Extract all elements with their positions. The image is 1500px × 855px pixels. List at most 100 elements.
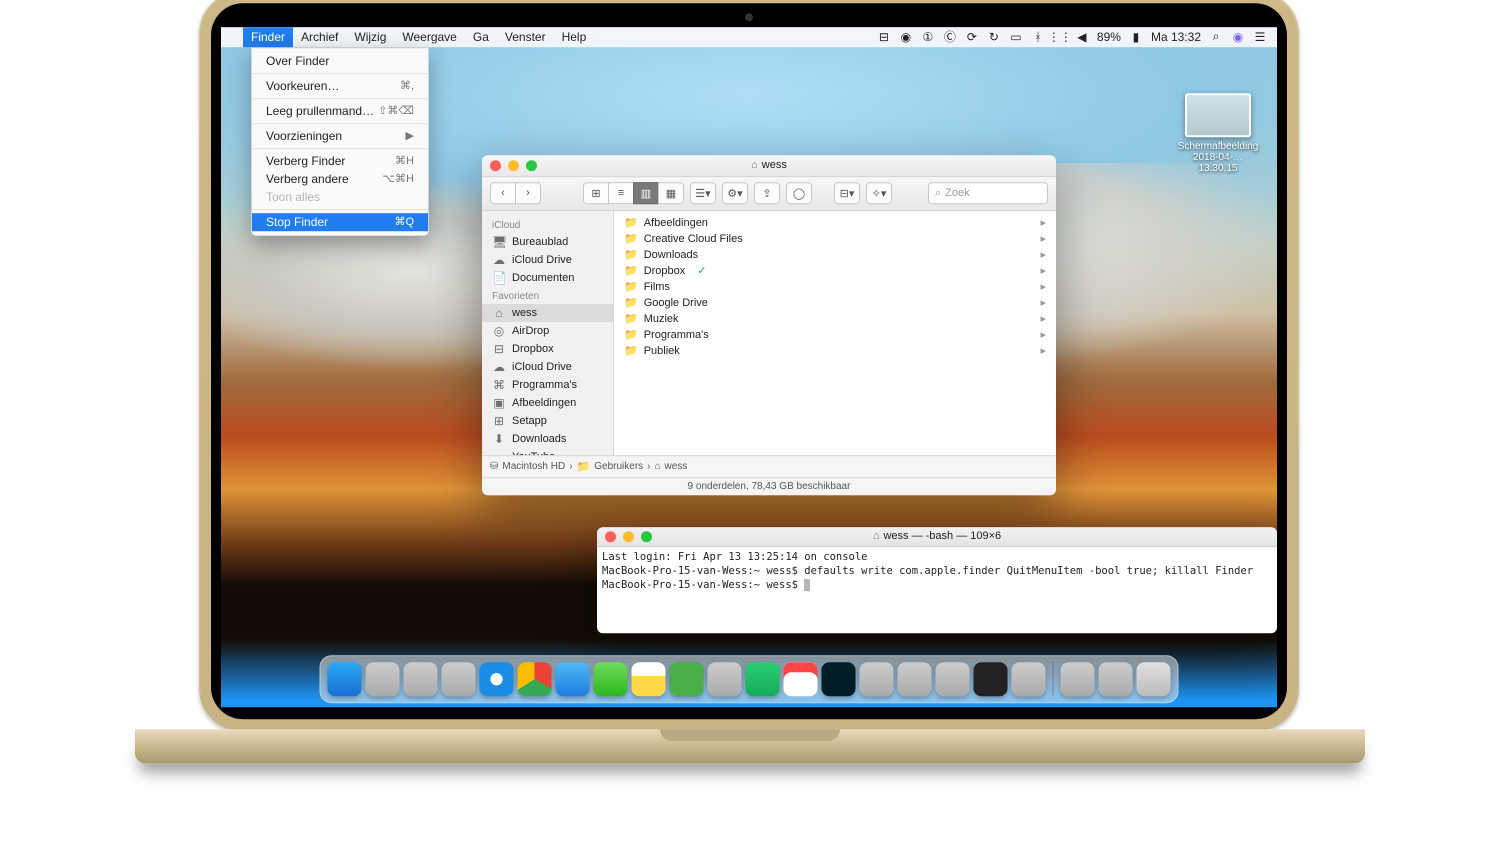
dock-slack[interactable]	[708, 662, 742, 696]
time-machine-icon[interactable]: ↻	[987, 30, 1001, 44]
dropbox-toolbar-button-2[interactable]: ✧▾	[866, 182, 892, 204]
icon-view-button[interactable]: ⊞	[583, 182, 609, 204]
path-seg-0[interactable]: Macintosh HD	[502, 461, 565, 472]
status-icon[interactable]: ①	[921, 30, 935, 44]
dock-spotify[interactable]	[746, 662, 780, 696]
dock-launchpad[interactable]	[366, 662, 400, 696]
folder-row[interactable]: 📁Films▸	[614, 279, 1056, 295]
dock-itunes[interactable]	[936, 662, 970, 696]
dock-finder[interactable]	[328, 662, 362, 696]
dock-evernote[interactable]	[670, 662, 704, 696]
dock-preview[interactable]	[1012, 662, 1046, 696]
desktop-file-screenshot[interactable]: Schermafbeelding 2018-04-… 13.30.15	[1173, 93, 1263, 174]
menu-item[interactable]: Voorzieningen▶	[252, 127, 428, 145]
search-field[interactable]: ⌕ Zoek	[928, 182, 1048, 204]
menu-item[interactable]: Stop Finder⌘Q	[252, 213, 428, 231]
wifi-icon[interactable]: ⋮⋮	[1053, 30, 1067, 44]
dropbox-status-icon[interactable]: ⊟	[877, 30, 891, 44]
dock-terminal[interactable]	[974, 662, 1008, 696]
sidebar-item[interactable]: ⬇Downloads	[482, 430, 613, 448]
share-button[interactable]: ⇪	[754, 182, 780, 204]
status-icon-2[interactable]: Ⓒ	[943, 30, 957, 44]
menu-finder[interactable]: Finder	[243, 27, 293, 47]
sidebar-item[interactable]: 🖥Bureaublad	[482, 233, 613, 251]
sidebar-item[interactable]: ▭YouTube	[482, 448, 613, 455]
gallery-view-button[interactable]: ▦	[658, 182, 684, 204]
forward-button[interactable]: ›	[515, 182, 541, 204]
menu-item[interactable]: Over Finder	[252, 52, 428, 70]
menu-ga[interactable]: Ga	[465, 27, 497, 47]
dock-safari[interactable]	[480, 662, 514, 696]
battery-percent[interactable]: 89%	[1097, 30, 1121, 44]
dock-siri[interactable]	[404, 662, 438, 696]
menubar-clock[interactable]: Ma 13:32	[1151, 30, 1201, 44]
menu-item[interactable]: Voorkeuren…⌘,	[252, 77, 428, 95]
notification-center-icon[interactable]: ☰	[1253, 30, 1267, 44]
zoom-button[interactable]	[526, 160, 537, 171]
sidebar-item[interactable]: ⊞Setapp	[482, 412, 613, 430]
back-button[interactable]: ‹	[490, 182, 516, 204]
sidebar-item[interactable]: ☁iCloud Drive	[482, 358, 613, 376]
dropbox-toolbar-button[interactable]: ⊟▾	[834, 182, 860, 204]
action-button[interactable]: ⚙▾	[722, 182, 748, 204]
minimize-button[interactable]	[623, 531, 634, 542]
folder-row[interactable]: 📁Muziek▸	[614, 311, 1056, 327]
finder-pathbar[interactable]: ⛁ Macintosh HD › 📁 Gebruikers › ⌂ wess	[482, 455, 1056, 477]
dock-notes[interactable]	[632, 662, 666, 696]
sidebar-item[interactable]: ▣Afbeeldingen	[482, 394, 613, 412]
folder-row[interactable]: 📁Publiek▸	[614, 343, 1056, 359]
dock-dropbox[interactable]	[1061, 662, 1095, 696]
dock-calendar[interactable]	[784, 662, 818, 696]
menu-archief[interactable]: Archief	[293, 27, 346, 47]
creative-cloud-icon[interactable]: ◉	[899, 30, 913, 44]
folder-row[interactable]: 📁Afbeeldingen▸	[614, 215, 1056, 231]
terminal-content[interactable]: Last login: Fri Apr 13 13:25:14 on conso…	[597, 547, 1277, 633]
dock-mail[interactable]	[556, 662, 590, 696]
path-seg-1[interactable]: Gebruikers	[594, 461, 643, 472]
dock-trash[interactable]	[1137, 662, 1171, 696]
tags-button[interactable]: ◯	[786, 182, 812, 204]
minimize-button[interactable]	[508, 160, 519, 171]
airplay-icon[interactable]: ▭	[1009, 30, 1023, 44]
folder-row[interactable]: 📁Downloads▸	[614, 247, 1056, 263]
dock-messages[interactable]	[594, 662, 628, 696]
close-button[interactable]	[490, 160, 501, 171]
volume-icon[interactable]: ◀	[1075, 30, 1089, 44]
menu-item[interactable]: Verberg andere⌥⌘H	[252, 170, 428, 188]
sidebar-item[interactable]: ⊟Dropbox	[482, 340, 613, 358]
dock-premiere[interactable]	[860, 662, 894, 696]
menu-help[interactable]: Help	[554, 27, 595, 47]
sidebar-item[interactable]: ☁iCloud Drive	[482, 251, 613, 269]
status-icon-3[interactable]: ⟳	[965, 30, 979, 44]
menu-weergave[interactable]: Weergave	[394, 27, 464, 47]
dock-photoshop[interactable]	[822, 662, 856, 696]
sidebar-item[interactable]: ⌘Programma's	[482, 376, 613, 394]
menu-item[interactable]: Verberg Finder⌘H	[252, 152, 428, 170]
finder-titlebar[interactable]: ⌂ wess	[482, 155, 1056, 177]
folder-row[interactable]: 📁Google Drive▸	[614, 295, 1056, 311]
zoom-button[interactable]	[641, 531, 652, 542]
dock-appstore[interactable]	[442, 662, 476, 696]
folder-row[interactable]: 📁Programma's▸	[614, 327, 1056, 343]
list-view-button[interactable]: ≡	[608, 182, 634, 204]
menu-venster[interactable]: Venster	[497, 27, 554, 47]
spotlight-icon[interactable]: ⌕	[1209, 30, 1223, 44]
arrange-button[interactable]: ☰▾	[690, 182, 716, 204]
dock-folder[interactable]	[1099, 662, 1133, 696]
folder-row[interactable]: 📁Creative Cloud Files▸	[614, 231, 1056, 247]
sidebar-item[interactable]: ◎AirDrop	[482, 322, 613, 340]
folder-row[interactable]: 📁Dropbox✓▸	[614, 263, 1056, 279]
path-seg-2[interactable]: wess	[665, 461, 688, 472]
dock-imovie[interactable]	[898, 662, 932, 696]
siri-icon[interactable]: ◉	[1231, 30, 1245, 44]
terminal-titlebar[interactable]: ⌂ wess — -bash — 109×6	[597, 527, 1277, 547]
dock-chrome[interactable]	[518, 662, 552, 696]
column-view-button[interactable]: ▥	[633, 182, 659, 204]
close-button[interactable]	[605, 531, 616, 542]
sidebar-item[interactable]: 📄Documenten	[482, 269, 613, 287]
menu-item[interactable]: Leeg prullenmand…⇧⌘⌫	[252, 102, 428, 120]
bluetooth-icon[interactable]: ᚼ	[1031, 30, 1045, 44]
menu-wijzig[interactable]: Wijzig	[346, 27, 394, 47]
sidebar-item[interactable]: ⌂wess	[482, 304, 613, 322]
battery-icon[interactable]: ▮	[1129, 30, 1143, 44]
